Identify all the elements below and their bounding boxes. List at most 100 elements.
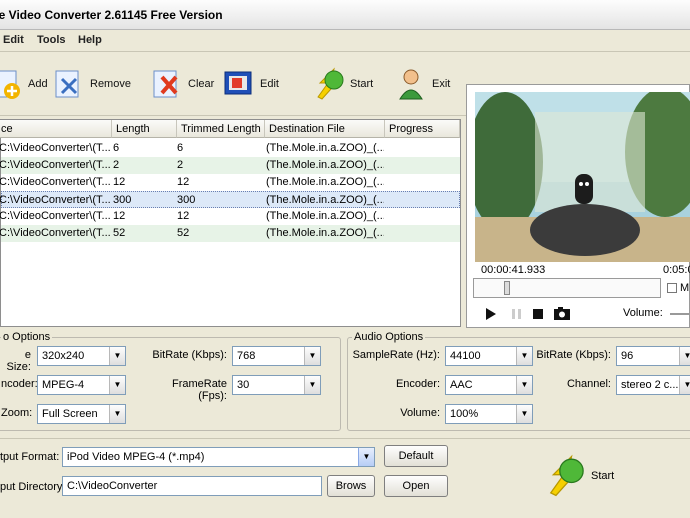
clear-button[interactable]: Clear <box>150 64 214 104</box>
video-encoder-select[interactable]: MPEG-4 ▼ <box>37 375 126 395</box>
audio-bitrate-select[interactable]: 96 ▼ <box>616 346 690 366</box>
default-button[interactable]: Default <box>384 445 448 467</box>
cell-trimmed: 6 <box>177 142 184 154</box>
chevron-down-icon: ▼ <box>109 405 125 423</box>
table-row-selected[interactable]: C:\VideoConverter\(T... 300 300 (The.Mol… <box>0 191 460 208</box>
cell-dest: (The.Mole.in.a.ZOO)_(... <box>266 194 384 206</box>
video-bitrate-label: BitRate (Kbps): <box>152 349 227 361</box>
exit-button[interactable]: Exit <box>394 64 450 104</box>
output-format-label: tput Format: <box>0 451 60 463</box>
chevron-down-icon: ▼ <box>304 347 320 365</box>
table-row[interactable]: C:\VideoConverter\(T... 12 12 (The.Mole.… <box>0 174 460 191</box>
exit-label: Exit <box>432 78 451 90</box>
table-row[interactable]: C:\VideoConverter\(T... 6 6 (The.Mole.in… <box>0 140 460 157</box>
cell-source: C:\VideoConverter\(T... <box>0 194 111 206</box>
cell-source: C:\VideoConverter\(T... <box>0 227 111 239</box>
video-bitrate-select[interactable]: 768 ▼ <box>232 346 321 366</box>
cell-length: 52 <box>113 227 126 239</box>
edit-button[interactable]: Edit <box>222 64 279 104</box>
mute-label: M <box>680 282 690 294</box>
output-format-select[interactable]: iPod Video MPEG-4 (*.mp4) ▼ <box>62 447 375 467</box>
start-convert-button[interactable]: Start <box>543 449 643 503</box>
channel-select[interactable]: stereo 2 c... ▼ <box>616 375 690 395</box>
framerate-value: 30 <box>237 379 250 391</box>
add-icon <box>0 70 20 99</box>
title-bar: ee Video Converter 2.61145 Free Version <box>0 0 690 30</box>
add-label: Add <box>28 78 48 90</box>
audio-encoder-value: AAC <box>450 379 473 391</box>
zoom-select[interactable]: Full Screen ▼ <box>37 404 126 424</box>
stop-icon[interactable] <box>533 309 543 319</box>
cell-trimmed: 2 <box>177 159 184 171</box>
output-format-value: iPod Video MPEG-4 (*.mp4) <box>67 451 205 463</box>
zoom-value: Full Screen <box>42 408 98 420</box>
menu-help[interactable]: Help <box>78 34 102 46</box>
output-panel: tput Format: iPod Video MPEG-4 (*.mp4) ▼ … <box>0 438 690 518</box>
framerate-select[interactable]: 30 ▼ <box>232 375 321 395</box>
video-preview[interactable] <box>475 92 690 262</box>
video-frame-image <box>475 92 690 262</box>
open-button[interactable]: Open <box>384 475 448 497</box>
table-row[interactable]: C:\VideoConverter\(T... 52 52 (The.Mole.… <box>0 225 460 242</box>
column-source[interactable]: ce <box>0 120 112 138</box>
pause-icon[interactable] <box>511 308 523 320</box>
snapshot-icon[interactable] <box>554 307 570 320</box>
output-directory-field[interactable]: C:\VideoConverter <box>62 476 322 496</box>
audio-options-title: Audio Options <box>352 331 426 343</box>
seek-bar[interactable] <box>473 278 661 298</box>
browse-button[interactable]: Brows <box>327 475 375 497</box>
end-time: 0:05:0 <box>663 264 690 276</box>
channel-value: stereo 2 c... <box>621 379 679 391</box>
video-options-title: o Options <box>1 331 53 343</box>
add-button[interactable]: Add <box>0 64 48 104</box>
seek-handle[interactable] <box>504 281 510 295</box>
play-icon[interactable] <box>485 308 497 320</box>
column-destination-file[interactable]: Destination File <box>265 120 385 138</box>
chevron-down-icon: ▼ <box>516 376 532 394</box>
volume-slider[interactable] <box>670 313 690 315</box>
audio-options-group: Audio Options SampleRate (Hz): 44100 ▼ En… <box>347 331 690 431</box>
column-trimmed-length[interactable]: Trimmed Length <box>177 120 265 138</box>
cell-source: C:\VideoConverter\(T... <box>0 159 111 171</box>
menu-edit[interactable]: Edit <box>3 34 24 46</box>
table-row[interactable]: C:\VideoConverter\(T... 12 12 (The.Mole.… <box>0 208 460 225</box>
cell-length: 300 <box>113 194 132 206</box>
cell-source: C:\VideoConverter\(T... <box>0 176 111 188</box>
mute-checkbox[interactable] <box>667 283 677 293</box>
samplerate-select[interactable]: 44100 ▼ <box>445 346 533 366</box>
window-title: ee Video Converter 2.61145 Free Version <box>0 8 223 22</box>
edit-label: Edit <box>260 78 279 90</box>
start-convert-label: Start <box>591 470 615 482</box>
chevron-down-icon: ▼ <box>109 376 125 394</box>
menu-bar: Edit Tools Help <box>0 30 690 52</box>
audio-encoder-select[interactable]: AAC ▼ <box>445 375 533 395</box>
audio-bitrate-label: BitRate (Kbps): <box>536 349 611 361</box>
cell-dest: (The.Mole.in.a.ZOO)_(... <box>266 176 384 188</box>
cell-trimmed: 300 <box>177 194 196 206</box>
file-list[interactable]: ce Length Trimmed Length Destination Fil… <box>0 119 461 327</box>
audio-bitrate-value: 96 <box>621 350 634 362</box>
remove-button[interactable]: Remove <box>52 64 131 104</box>
chevron-down-icon: ▼ <box>679 376 690 394</box>
clear-icon <box>153 70 178 98</box>
cell-dest: (The.Mole.in.a.ZOO)_(... <box>266 210 384 222</box>
chevron-down-icon: ▼ <box>516 405 532 423</box>
frame-size-select[interactable]: 320x240 ▼ <box>37 346 126 366</box>
video-options-group: o Options e Size: 320x240 ▼ ncoder: MPEG-… <box>0 331 341 431</box>
output-directory-label: put Directory: <box>0 481 66 493</box>
column-progress[interactable]: Progress <box>385 120 460 138</box>
start-button[interactable]: Start <box>312 64 373 104</box>
audio-volume-select[interactable]: 100% ▼ <box>445 404 533 424</box>
samplerate-value: 44100 <box>450 350 481 362</box>
column-length[interactable]: Length <box>112 120 177 138</box>
cell-length: 2 <box>113 159 120 171</box>
clear-label: Clear <box>188 78 215 90</box>
cell-dest: (The.Mole.in.a.ZOO)_(... <box>266 159 384 171</box>
table-row[interactable]: C:\VideoConverter\(T... 2 2 (The.Mole.in… <box>0 157 460 174</box>
menu-tools[interactable]: Tools <box>37 34 66 46</box>
exit-icon <box>399 69 423 100</box>
volume-label: Volume: <box>623 307 663 319</box>
edit-icon <box>224 71 252 95</box>
frame-size-label: e Size: <box>6 349 31 373</box>
chevron-down-icon: ▼ <box>679 347 690 365</box>
